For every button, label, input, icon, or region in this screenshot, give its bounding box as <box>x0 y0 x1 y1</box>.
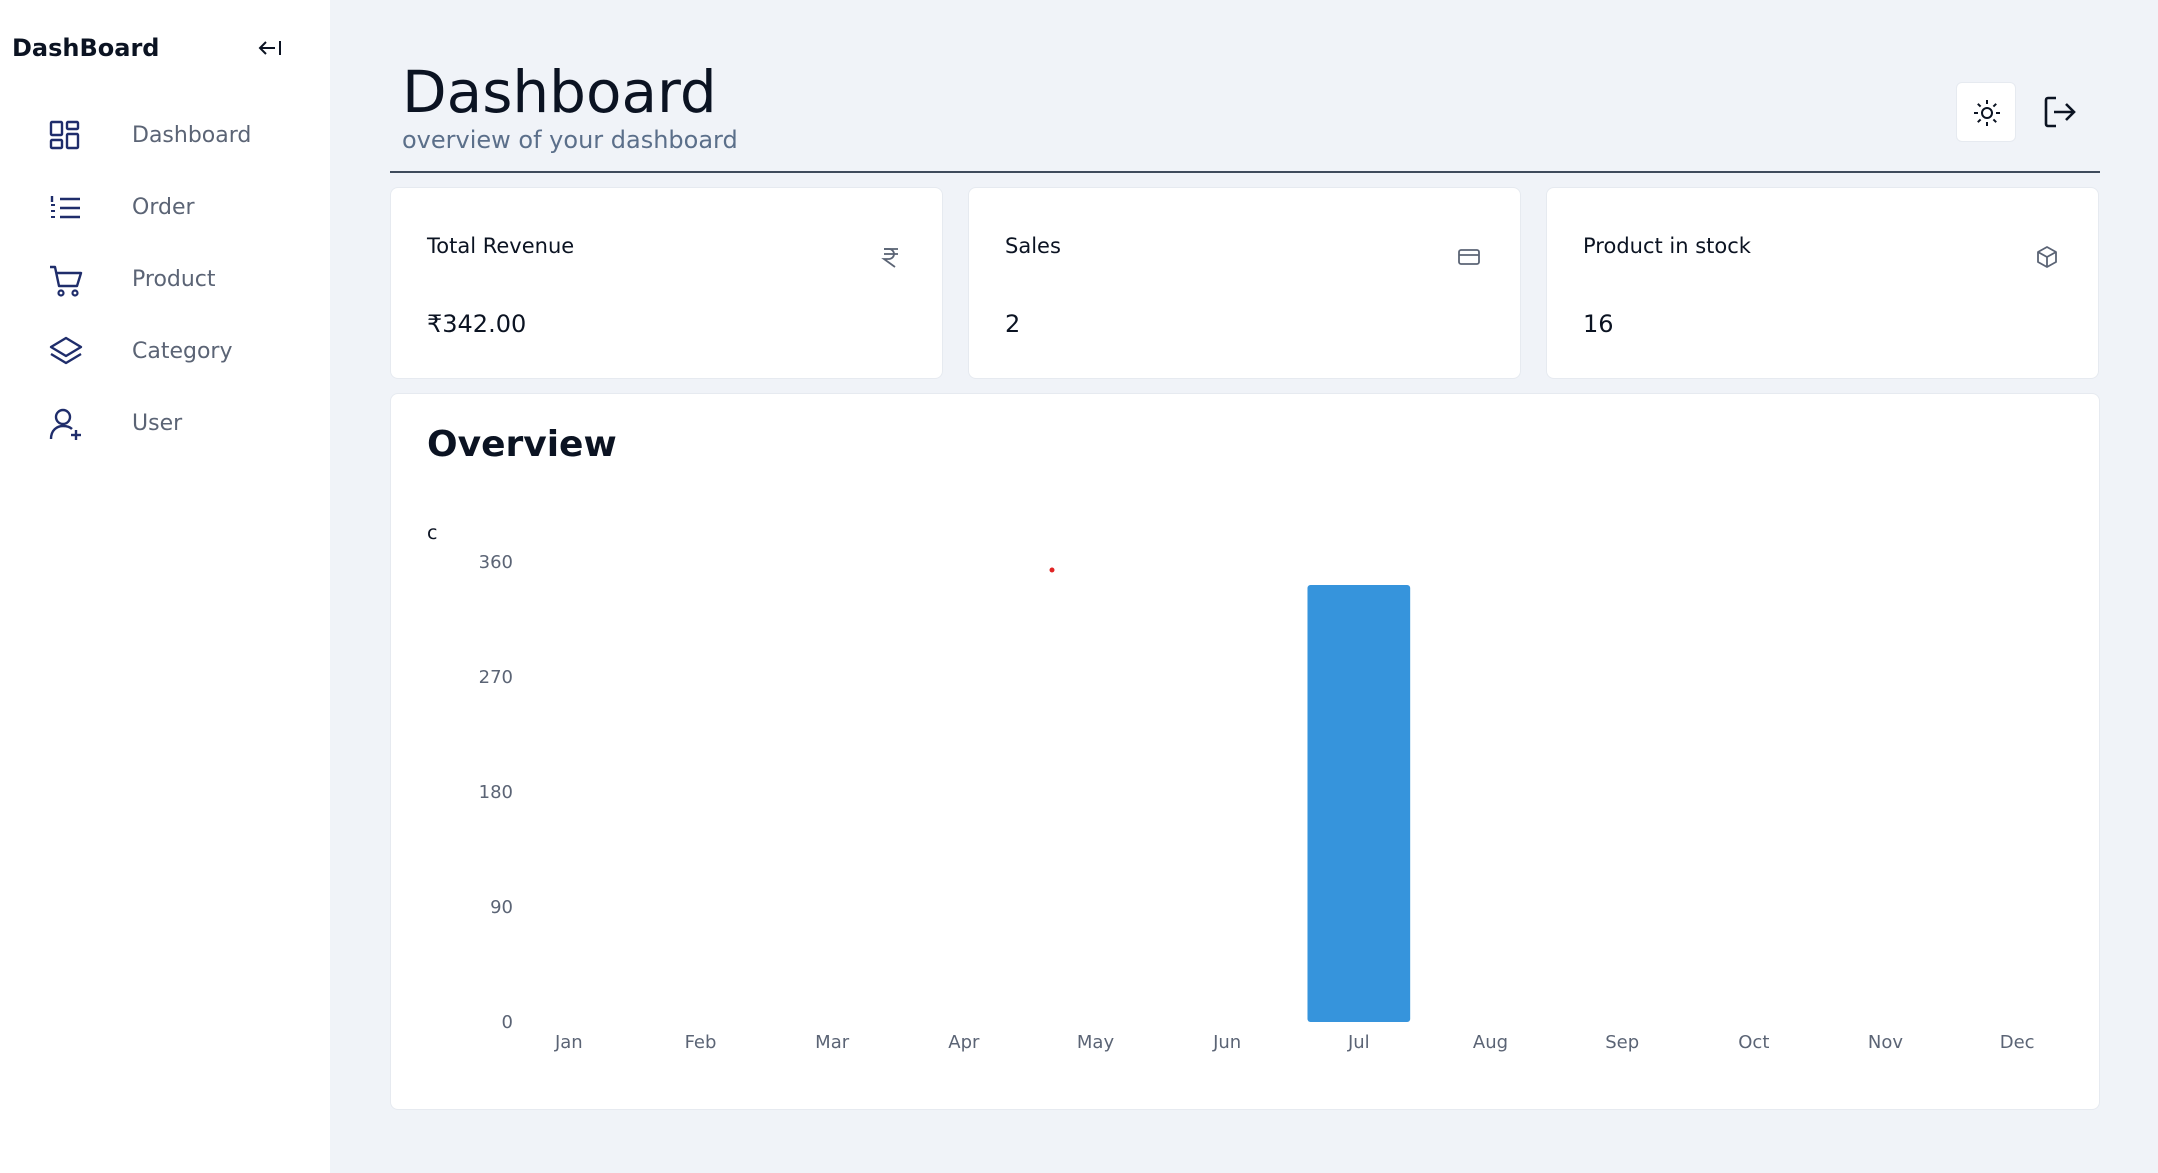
layers-icon <box>49 336 83 365</box>
x-tick-label: Jul <box>1347 1032 1370 1053</box>
page-subtitle: overview of your dashboard <box>402 126 738 154</box>
card-title: Sales <box>1005 234 1061 258</box>
sidebar-item-product[interactable]: Product <box>0 251 330 307</box>
sun-icon <box>1974 100 2000 126</box>
x-tick-label: Apr <box>948 1032 980 1053</box>
y-tick-label: 0 <box>502 1012 513 1033</box>
brand-title: DashBoard <box>12 34 160 62</box>
y-tick-label: 90 <box>490 897 513 918</box>
sidebar-item-label: Order <box>132 195 195 220</box>
y-tick-label: 360 <box>479 552 513 573</box>
chart-corner-label: c <box>427 522 437 544</box>
sidebar-item-label: Product <box>132 267 216 292</box>
x-tick-label: Mar <box>815 1032 850 1053</box>
logout-button[interactable] <box>2040 92 2080 132</box>
credit-card-icon <box>1458 249 1480 265</box>
x-tick-label: Jun <box>1212 1032 1241 1053</box>
header-divider <box>390 171 2100 173</box>
dashboard-grid-icon <box>49 120 80 150</box>
card-title: Product in stock <box>1583 234 1751 258</box>
card-title: Total Revenue <box>427 234 575 258</box>
list-icon <box>50 196 80 219</box>
sidebar-item-label: User <box>132 411 183 436</box>
cart-icon <box>50 265 83 297</box>
x-tick-label: Sep <box>1605 1032 1639 1053</box>
logout-icon <box>2044 96 2076 128</box>
user-plus-icon <box>49 408 81 440</box>
stat-card-total-revenue: Total Revenue ₹342.00 <box>390 187 943 379</box>
theme-toggle-button[interactable] <box>1956 82 2016 142</box>
card-value: ₹342.00 <box>427 310 527 338</box>
x-tick-label: Dec <box>2000 1032 2035 1053</box>
rupee-icon <box>881 248 898 268</box>
sidebar-item-category[interactable]: Category <box>0 323 330 379</box>
y-tick-label: 180 <box>479 782 513 803</box>
card-value: 2 <box>1005 310 1021 338</box>
x-tick-label: Oct <box>1738 1032 1769 1053</box>
page-title: Dashboard <box>402 58 717 126</box>
sidebar-item-label: Dashboard <box>132 123 252 148</box>
bar-jul <box>1307 585 1411 1022</box>
y-tick-label: 270 <box>479 667 513 688</box>
overview-bar-chart: c 0 90 180 270 360 Jan Feb Mar Apr May Jun Jul Aug S… <box>427 522 2035 1053</box>
arrow-left-to-line-icon <box>258 41 281 55</box>
overview-panel: Overview c 0 90 180 270 360 Jan Feb Mar Apr May J… <box>390 393 2100 1110</box>
box-icon <box>2037 246 2057 268</box>
card-value: 16 <box>1583 310 1614 338</box>
sidebar-item-user[interactable]: User <box>0 395 330 451</box>
sidebar-item-label: Category <box>132 339 233 364</box>
sidebar-item-dashboard[interactable]: Dashboard <box>0 107 330 163</box>
chart-marker-dot <box>1049 567 1055 573</box>
stat-card-product-in-stock: Product in stock 16 <box>1546 187 2099 379</box>
x-tick-label: May <box>1077 1032 1115 1053</box>
x-tick-label: Nov <box>1868 1032 1903 1053</box>
collapse-sidebar-button[interactable] <box>256 34 284 62</box>
stat-card-sales: Sales 2 <box>968 187 1521 379</box>
sidebar: DashBoard Dashboard Order Product Catego… <box>0 0 330 1173</box>
x-tick-label: Aug <box>1473 1032 1508 1053</box>
x-tick-label: Jan <box>554 1032 583 1053</box>
sidebar-item-order[interactable]: Order <box>0 179 330 235</box>
x-tick-label: Feb <box>685 1032 717 1053</box>
